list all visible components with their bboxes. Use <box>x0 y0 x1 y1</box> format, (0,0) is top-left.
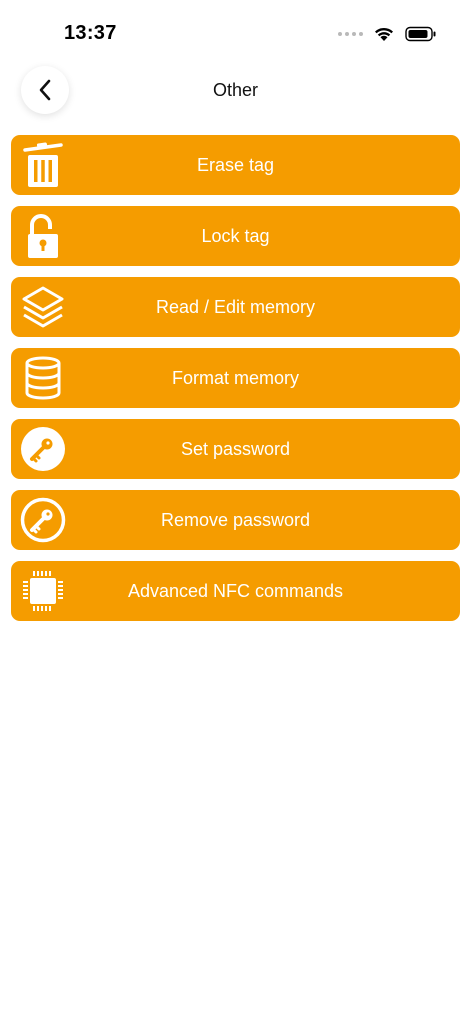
battery-icon <box>405 26 436 42</box>
status-time: 13:37 <box>64 22 117 44</box>
menu-list: Erase tag Lock tag Read / Edit memory Fo… <box>11 135 460 632</box>
advanced-nfc-commands-button[interactable]: Advanced NFC commands <box>11 561 460 621</box>
chip-icon <box>19 567 67 615</box>
remove-password-button[interactable]: Remove password <box>11 490 460 550</box>
read-edit-memory-button[interactable]: Read / Edit memory <box>11 277 460 337</box>
set-password-label: Set password <box>180 438 291 459</box>
status-bar: 13:37 <box>0 0 471 60</box>
erase-tag-label: Erase tag <box>196 154 275 175</box>
page-title: Other <box>212 80 259 100</box>
database-icon <box>19 354 67 402</box>
remove-password-label: Remove password <box>160 509 311 530</box>
erase-tag-button[interactable]: Erase tag <box>11 135 460 195</box>
lock-tag-button[interactable]: Lock tag <box>11 206 460 266</box>
signal-dots-icon <box>338 32 363 36</box>
advanced-nfc-commands-label: Advanced NFC commands <box>127 580 344 601</box>
format-memory-label: Format memory <box>171 367 299 388</box>
format-memory-button[interactable]: Format memory <box>11 348 460 408</box>
trash-icon <box>19 141 67 189</box>
read-edit-memory-label: Read / Edit memory <box>155 296 316 317</box>
set-password-button[interactable]: Set password <box>11 419 460 479</box>
layers-icon <box>19 283 67 331</box>
key-outline-icon <box>19 496 67 544</box>
key-icon <box>19 425 67 473</box>
lock-tag-label: Lock tag <box>201 225 270 246</box>
wifi-icon <box>375 27 393 41</box>
status-icons <box>338 24 437 44</box>
nav-bar: Other <box>0 60 471 124</box>
lock-icon <box>19 212 67 260</box>
